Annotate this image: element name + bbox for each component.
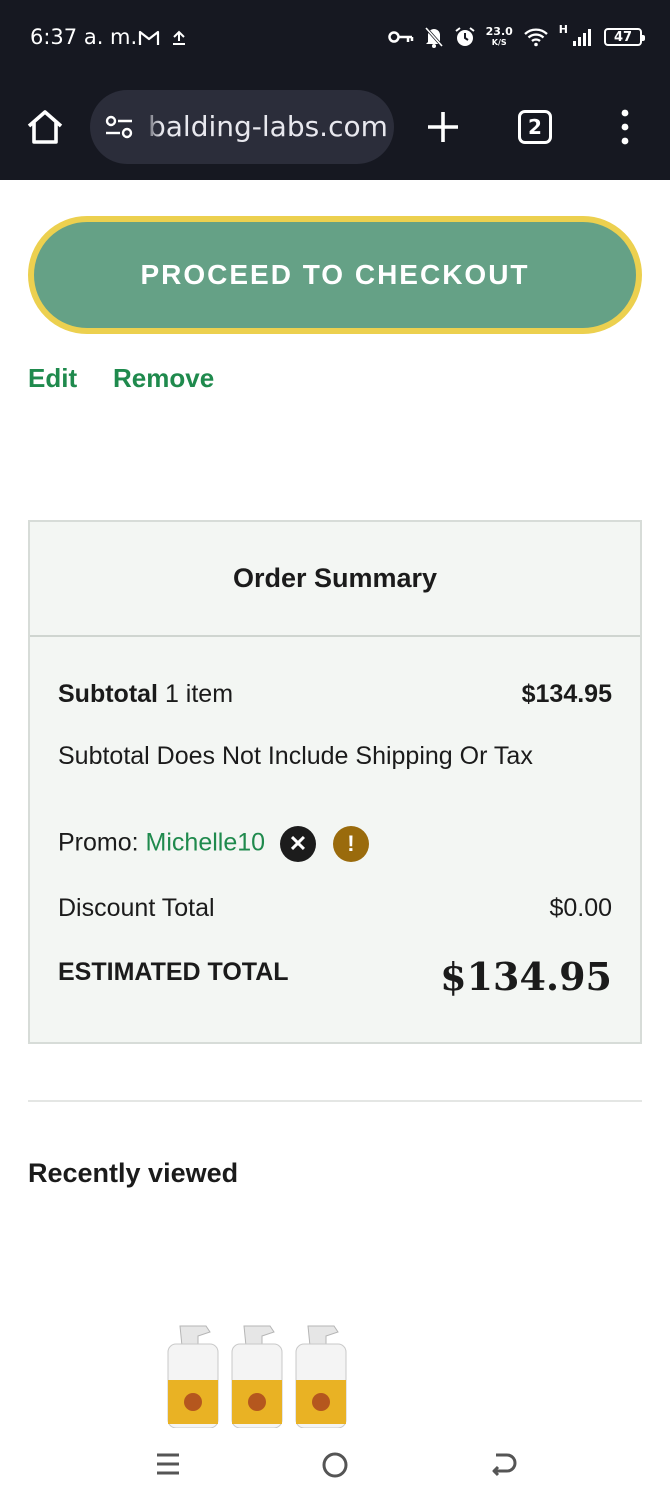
wifi-icon: [523, 28, 548, 47]
network-type: H: [558, 22, 568, 36]
promo-row: Promo: Michelle10 ✕ !: [58, 826, 612, 862]
status-system-icons: 23.0 K/S H 47: [387, 22, 645, 52]
spray-bottle-3: [295, 1325, 347, 1428]
status-time: 6:37 a. m.: [30, 25, 138, 49]
discount-value: $0.00: [549, 894, 612, 922]
subtotal-row: Subtotal 1 item $134.95: [58, 680, 612, 709]
url-text[interactable]: balding-labs.com: [148, 110, 388, 143]
system-navigation-bar: [0, 1430, 670, 1500]
recent-apps-icon[interactable]: [154, 1450, 182, 1478]
discount-row: Discount Total $0.00: [58, 894, 612, 923]
address-bar[interactable]: balding-labs.com: [90, 90, 394, 164]
order-summary-title: Order Summary: [30, 522, 640, 637]
back-icon[interactable]: [488, 1450, 518, 1480]
site-settings-icon[interactable]: [104, 113, 134, 141]
browser-chrome: 6:37 a. m. 23.0 K/S H 47 balding-labs.co…: [0, 0, 670, 180]
remove-promo-icon[interactable]: ✕: [280, 826, 317, 862]
gmail-icon: [138, 30, 160, 45]
network-speed-unit: K/S: [491, 38, 507, 47]
spray-bottle-2: [231, 1325, 283, 1428]
estimated-total-label: ESTIMATED TOTAL: [58, 958, 289, 986]
estimated-total-row: ESTIMATED TOTAL $134.95: [58, 954, 612, 999]
vpn-key-icon: [387, 31, 413, 43]
notifications-off-icon: [424, 27, 443, 48]
proceed-to-checkout-button[interactable]: PROCEED TO CHECKOUT: [28, 216, 642, 334]
network-speed: 23.0 K/S: [486, 26, 513, 48]
subtotal-note: Subtotal Does Not Include Shipping Or Ta…: [58, 742, 533, 770]
subtotal-value: $134.95: [521, 680, 612, 708]
tab-switcher-button[interactable]: 2: [518, 110, 552, 144]
new-tab-icon[interactable]: [424, 108, 462, 146]
url-fade: [140, 90, 162, 164]
estimated-total-value: $134.95: [440, 954, 612, 999]
section-divider: [28, 1100, 642, 1102]
remove-link[interactable]: Remove: [113, 363, 214, 391]
more-options-icon[interactable]: [612, 106, 638, 148]
promo-code: Michelle10: [145, 828, 266, 857]
upload-icon: [173, 30, 185, 45]
cart-item-actions: Edit Remove: [28, 357, 428, 391]
home-icon[interactable]: [24, 106, 66, 148]
product-image[interactable]: [160, 1310, 356, 1428]
status-notification-icons: [138, 26, 188, 50]
subtotal-item-count: 1 item: [164, 680, 234, 708]
warning-icon[interactable]: !: [332, 826, 369, 862]
recently-viewed-title: Recently viewed: [28, 1158, 239, 1188]
spray-bottle-1: [167, 1325, 219, 1428]
subtotal-label: Subtotal: [58, 680, 158, 708]
nav-home-icon[interactable]: [320, 1450, 350, 1480]
edit-link[interactable]: Edit: [28, 363, 77, 391]
battery-indicator: 47: [604, 28, 645, 46]
alarm-icon: [455, 27, 475, 46]
discount-label: Discount Total: [58, 894, 215, 922]
promo-label: Promo:: [58, 828, 139, 857]
order-summary-panel: Order Summary Subtotal 1 item $134.95 Su…: [28, 520, 642, 1044]
signal-icon: [573, 29, 591, 46]
